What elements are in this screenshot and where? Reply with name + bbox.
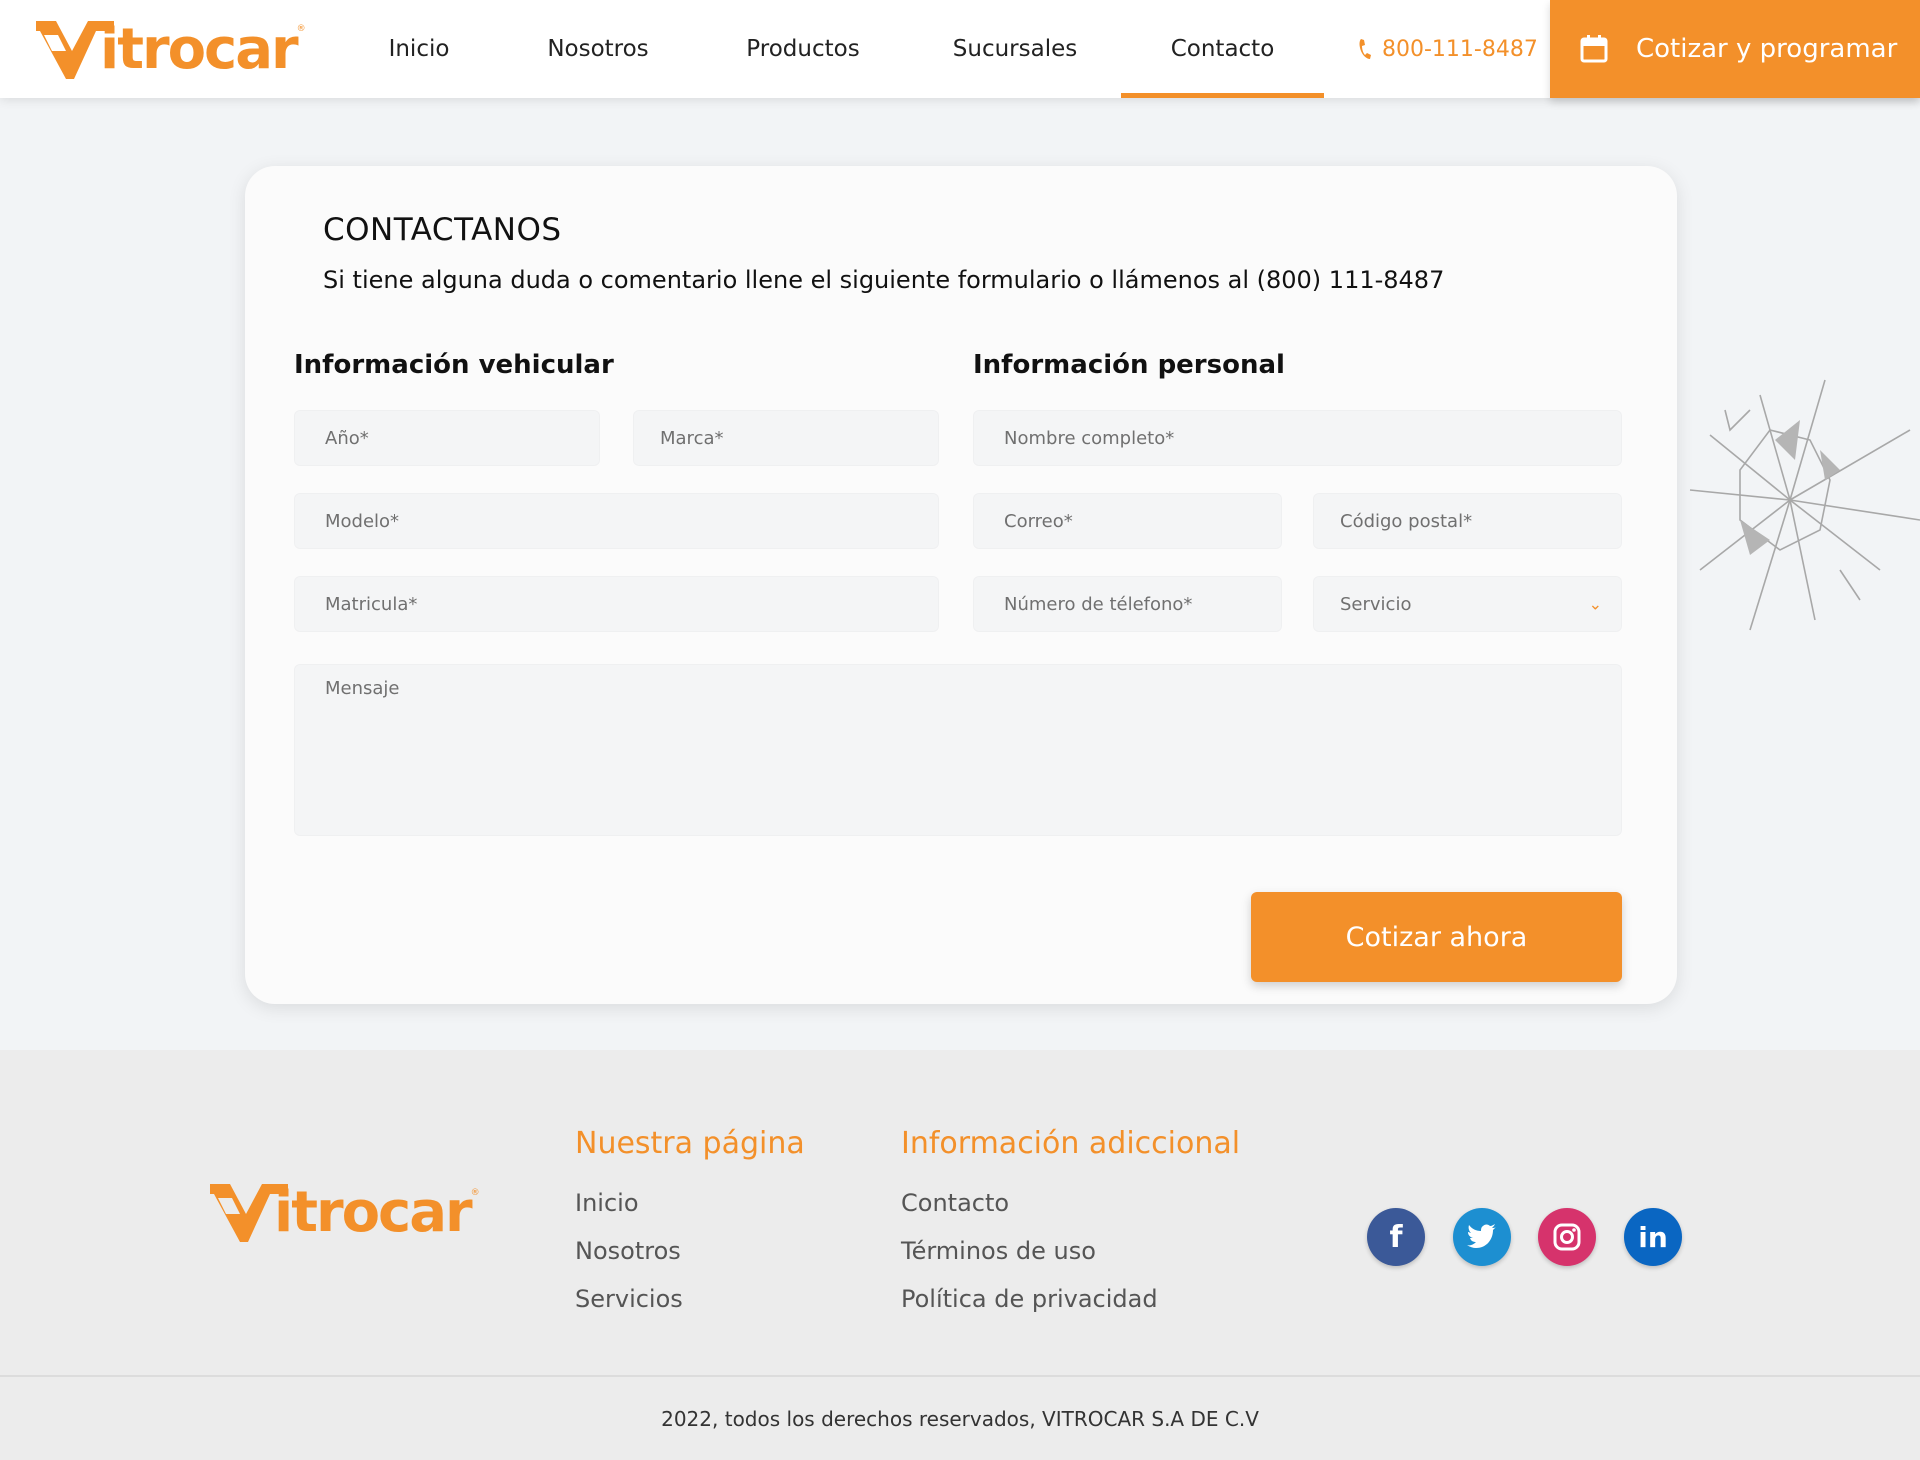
calendar-icon xyxy=(1580,35,1608,63)
contact-subtitle: Si tiene alguna duda o comentario llene … xyxy=(323,266,1445,294)
nav-inicio[interactable]: Inicio xyxy=(366,0,472,98)
header-phone-number: 800-111-8487 xyxy=(1382,36,1538,62)
brand-field[interactable]: Marca* xyxy=(633,410,939,466)
instagram-camera-glyph xyxy=(1553,1223,1581,1251)
footer-link-servicios[interactable]: Servicios xyxy=(575,1275,805,1323)
cracked-glass-decoration-icon xyxy=(1689,379,1920,631)
quote-now-button[interactable]: Cotizar ahora xyxy=(1251,892,1622,982)
personal-info-heading: Información personal xyxy=(973,350,1285,380)
footer-additional-heading: Información adiccional xyxy=(901,1126,1241,1161)
copyright-bar: 2022, todos los derechos reservados, VIT… xyxy=(0,1375,1920,1460)
linkedin-glyph: in xyxy=(1638,1220,1668,1254)
service-select[interactable]: Servicio ⌄ xyxy=(1313,576,1622,632)
footer-vitrocar-logo[interactable]: itrocar ® xyxy=(210,1184,480,1242)
year-field[interactable]: Año* xyxy=(294,410,600,466)
registered-mark: ® xyxy=(296,24,306,34)
twitter-bird-glyph xyxy=(1467,1224,1496,1248)
phone-number-field[interactable]: Número de télefono* xyxy=(973,576,1282,632)
nav-productos[interactable]: Productos xyxy=(728,0,878,98)
nav-nosotros[interactable]: Nosotros xyxy=(528,0,668,98)
postal-code-field[interactable]: Código postal* xyxy=(1313,493,1622,549)
logo-text: itrocar xyxy=(100,17,299,82)
twitter-icon[interactable] xyxy=(1453,1208,1511,1266)
footer-link-inicio[interactable]: Inicio xyxy=(575,1179,805,1227)
footer-link-terminos[interactable]: Términos de uso xyxy=(901,1227,1240,1275)
footer-our-page-column: Nuestra página Inicio Nosotros Servicios xyxy=(575,1126,805,1323)
copyright-text: 2022, todos los derechos reservados, VIT… xyxy=(661,1406,1259,1431)
chevron-down-icon: ⌄ xyxy=(1588,594,1602,614)
quote-and-schedule-label: Cotizar y programar xyxy=(1636,34,1898,64)
nav-contacto[interactable]: Contacto xyxy=(1121,0,1324,98)
service-select-value: Servicio xyxy=(1340,593,1412,615)
quote-and-schedule-button[interactable]: Cotizar y programar xyxy=(1550,0,1920,98)
facebook-icon[interactable]: f xyxy=(1367,1208,1425,1266)
nav-sucursales[interactable]: Sucursales xyxy=(940,0,1090,98)
site-header: itrocar ® Inicio Nosotros Productos Sucu… xyxy=(0,0,1920,98)
instagram-icon[interactable] xyxy=(1538,1208,1596,1266)
footer-link-privacidad[interactable]: Política de privacidad xyxy=(901,1275,1240,1323)
linkedin-icon[interactable]: in xyxy=(1624,1208,1682,1266)
facebook-glyph: f xyxy=(1389,1219,1403,1255)
model-field[interactable]: Modelo* xyxy=(294,493,939,549)
contact-title: CONTACTANOS xyxy=(323,212,562,248)
footer-additional-column: Información adiccional Contacto Términos… xyxy=(901,1126,1240,1323)
site-footer: itrocar ® Nuestra página Inicio Nosotros… xyxy=(0,1050,1920,1375)
phone-icon xyxy=(1359,39,1371,59)
email-field[interactable]: Correo* xyxy=(973,493,1282,549)
footer-logo-text: itrocar xyxy=(274,1180,473,1245)
plate-field[interactable]: Matricula* xyxy=(294,576,939,632)
footer-our-page-heading: Nuestra página xyxy=(575,1126,805,1161)
vehicle-info-heading: Información vehicular xyxy=(294,350,614,380)
header-phone-link[interactable]: 800-111-8487 xyxy=(1358,0,1538,98)
footer-link-nosotros[interactable]: Nosotros xyxy=(575,1227,805,1275)
contact-form-card: CONTACTANOS Si tiene alguna duda o comen… xyxy=(245,166,1677,1004)
vitrocar-logo[interactable]: itrocar ® xyxy=(36,20,306,80)
full-name-field[interactable]: Nombre completo* xyxy=(973,410,1622,466)
footer-link-contacto[interactable]: Contacto xyxy=(901,1179,1240,1227)
message-textarea[interactable]: Mensaje xyxy=(294,664,1622,836)
footer-registered-mark: ® xyxy=(470,1188,480,1198)
